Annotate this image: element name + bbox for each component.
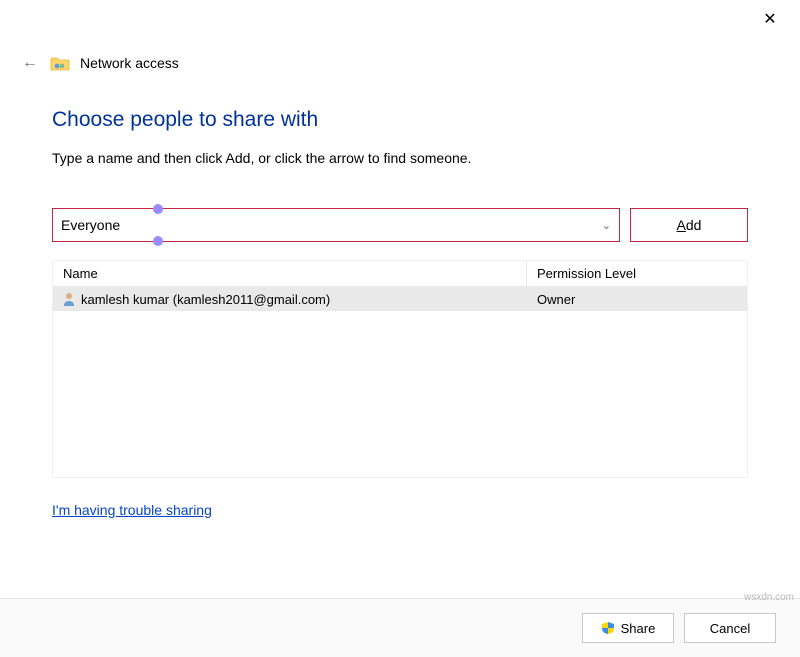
share-button-label: Share bbox=[621, 621, 656, 636]
back-button[interactable]: ← bbox=[20, 54, 40, 72]
titlebar: ✕ bbox=[0, 0, 800, 34]
close-button[interactable]: ✕ bbox=[748, 4, 792, 34]
user-icon bbox=[61, 291, 77, 307]
cancel-button-label: Cancel bbox=[710, 621, 750, 636]
people-combobox[interactable]: ⌄ bbox=[52, 208, 620, 242]
people-table: Name Permission Level kamlesh kumar (kam… bbox=[52, 260, 748, 478]
row-name-text: kamlesh kumar (kamlesh2011@gmail.com) bbox=[81, 292, 330, 307]
cancel-button[interactable]: Cancel bbox=[684, 613, 776, 643]
folder-share-icon bbox=[50, 55, 70, 71]
column-name[interactable]: Name bbox=[53, 261, 527, 286]
input-row: ⌄ Add bbox=[52, 208, 748, 242]
selection-handle-icon bbox=[153, 236, 163, 246]
shield-icon bbox=[601, 621, 615, 635]
network-access-dialog: ✕ ← Network access Choose people to shar… bbox=[0, 0, 800, 657]
people-input[interactable] bbox=[61, 217, 602, 233]
cell-permission: Owner bbox=[527, 292, 747, 307]
page-heading: Choose people to share with bbox=[52, 108, 748, 132]
header: ← Network access bbox=[0, 34, 800, 80]
trouble-sharing-link[interactable]: I'm having trouble sharing bbox=[52, 502, 212, 518]
dialog-title: Network access bbox=[80, 55, 179, 71]
cell-name: kamlesh kumar (kamlesh2011@gmail.com) bbox=[53, 291, 527, 307]
share-button[interactable]: Share bbox=[582, 613, 674, 643]
table-header: Name Permission Level bbox=[53, 261, 747, 287]
add-button[interactable]: Add bbox=[630, 208, 748, 242]
selection-handle-icon bbox=[153, 204, 163, 214]
column-permission[interactable]: Permission Level bbox=[527, 261, 747, 286]
watermark: wsxdn.com bbox=[744, 592, 794, 603]
content: Choose people to share with Type a name … bbox=[0, 80, 800, 598]
instruction-text: Type a name and then click Add, or click… bbox=[52, 150, 748, 166]
table-row[interactable]: kamlesh kumar (kamlesh2011@gmail.com) Ow… bbox=[53, 287, 747, 311]
footer: Share Cancel bbox=[0, 598, 800, 657]
chevron-down-icon[interactable]: ⌄ bbox=[602, 219, 611, 232]
close-icon: ✕ bbox=[763, 9, 776, 29]
